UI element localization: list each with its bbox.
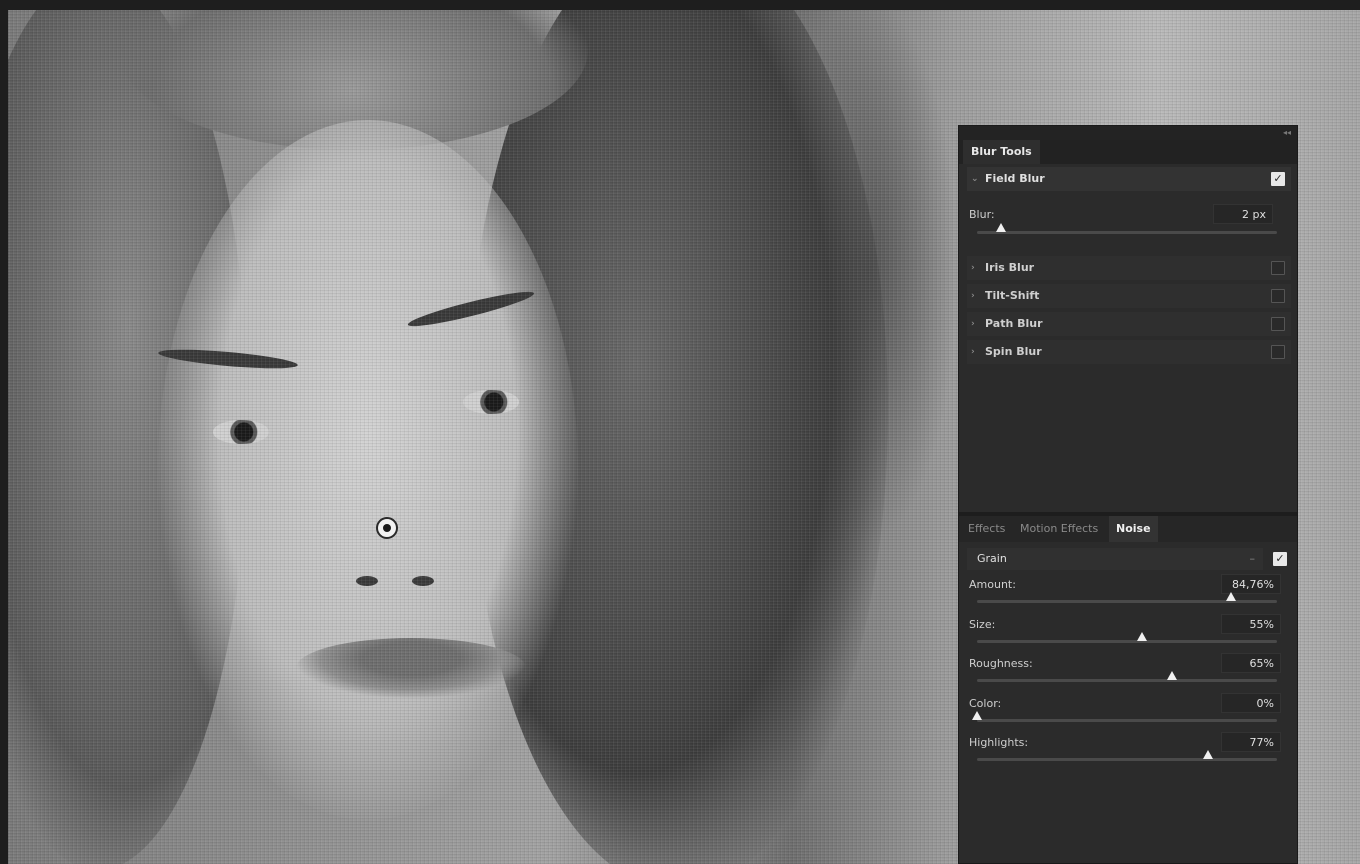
- roughness-label: Roughness:: [969, 657, 1033, 670]
- section-field-blur[interactable]: ⌄ Field Blur ✓: [967, 167, 1291, 191]
- amount-label: Amount:: [969, 578, 1016, 591]
- panel-tab-bar: Blur Tools: [959, 140, 1297, 164]
- roughness-slider[interactable]: [977, 671, 1277, 682]
- dropdown-arrow-icon: –: [1249, 552, 1256, 565]
- size-value-field[interactable]: 55%: [1221, 613, 1281, 634]
- section-checkbox[interactable]: [1271, 317, 1285, 331]
- tab-effects[interactable]: Effects: [961, 516, 1012, 542]
- checkmark-icon: ✓: [1273, 172, 1283, 185]
- section-label: Path Blur: [985, 317, 1043, 330]
- chevron-right-icon: ›: [971, 263, 975, 273]
- size-slider[interactable]: [977, 631, 1277, 643]
- tab-motion-effects[interactable]: Motion Effects: [1013, 516, 1105, 542]
- blur-pin-icon[interactable]: [376, 517, 398, 539]
- blur-value-field[interactable]: 2 px: [1213, 204, 1273, 224]
- blur-tools-panel: ◂◂ Blur Tools ⌄ Field Blur ✓ Blur: 2 px …: [958, 125, 1298, 864]
- chevron-right-icon: ›: [971, 347, 975, 357]
- eye-right: [463, 390, 519, 414]
- section-checkbox[interactable]: [1271, 289, 1285, 303]
- section-label: Tilt-Shift: [985, 289, 1040, 302]
- field-blur-checkbox[interactable]: ✓: [1271, 172, 1285, 186]
- chevron-right-icon: ›: [971, 291, 975, 301]
- color-slider[interactable]: [972, 710, 1277, 722]
- size-slider-thumb[interactable]: [1137, 631, 1147, 641]
- highlights-value-field[interactable]: 77%: [1221, 732, 1281, 752]
- noise-type-value: Grain: [977, 552, 1007, 565]
- checkmark-icon: ✓: [1275, 552, 1285, 565]
- noise-enabled-checkbox[interactable]: ✓: [1273, 552, 1287, 566]
- section-checkbox[interactable]: [1271, 261, 1285, 275]
- section-label: Iris Blur: [985, 261, 1035, 274]
- amount-slider-thumb[interactable]: [1226, 592, 1237, 601]
- amount-slider[interactable]: [977, 592, 1277, 603]
- panel-collapse-icon[interactable]: ◂◂: [1283, 128, 1291, 137]
- color-slider-thumb[interactable]: [972, 710, 982, 720]
- chevron-down-icon: ⌄: [971, 174, 979, 184]
- blur-slider-thumb[interactable]: [996, 223, 1006, 232]
- roughness-value-field[interactable]: 65%: [1221, 653, 1281, 673]
- noise-type-select[interactable]: Grain –: [967, 548, 1263, 570]
- roughness-slider-thumb[interactable]: [1167, 671, 1177, 680]
- section-path-blur[interactable]: › Path Blur: [967, 312, 1291, 336]
- section-label: Spin Blur: [985, 345, 1042, 358]
- size-label: Size:: [969, 617, 996, 631]
- panel-titlebar[interactable]: ◂◂: [959, 126, 1297, 140]
- nostril-left: [356, 576, 378, 586]
- highlights-slider[interactable]: [977, 750, 1277, 761]
- blur-slider[interactable]: [977, 223, 1277, 234]
- section-spin-blur[interactable]: › Spin Blur: [967, 340, 1291, 364]
- highlights-slider-thumb[interactable]: [1203, 750, 1213, 759]
- color-value-field[interactable]: 0%: [1221, 692, 1281, 713]
- section-checkbox[interactable]: [1271, 345, 1285, 359]
- tab-noise[interactable]: Noise: [1109, 516, 1158, 542]
- blur-label: Blur:: [969, 208, 995, 221]
- nostril-right: [412, 576, 434, 586]
- highlights-label: Highlights:: [969, 736, 1029, 749]
- effects-tab-bar: Effects Motion Effects Noise: [959, 516, 1297, 542]
- amount-value-field[interactable]: 84,76%: [1221, 574, 1281, 594]
- eye-left: [213, 420, 269, 444]
- section-iris-blur[interactable]: › Iris Blur: [967, 256, 1291, 280]
- face: [158, 120, 578, 820]
- chevron-right-icon: ›: [971, 319, 975, 329]
- tab-blur-tools[interactable]: Blur Tools: [963, 140, 1040, 164]
- section-label: Field Blur: [985, 172, 1045, 185]
- lips: [296, 638, 526, 698]
- section-tilt-shift[interactable]: › Tilt-Shift: [967, 284, 1291, 308]
- color-label: Color:: [969, 696, 1002, 710]
